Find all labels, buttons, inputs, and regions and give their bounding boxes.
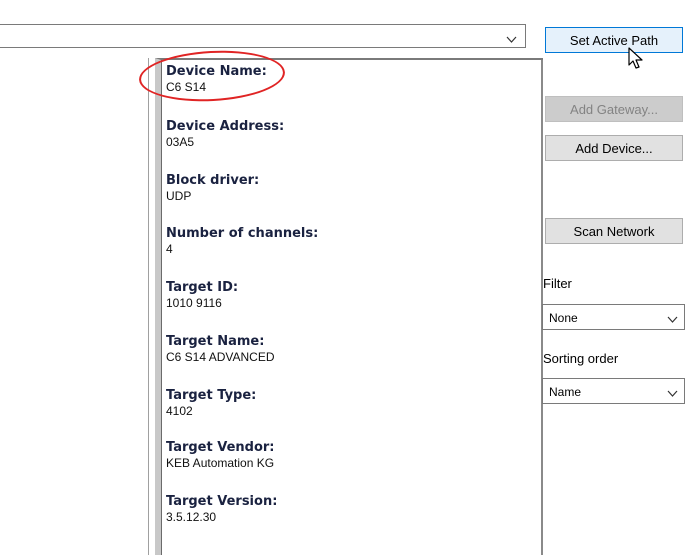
- filter-label: Filter: [543, 276, 572, 291]
- device-tree-panel[interactable]: [0, 58, 150, 555]
- field-value: 3.5.12.30: [166, 510, 217, 524]
- set-active-path-button[interactable]: Set Active Path: [545, 27, 683, 53]
- splitter[interactable]: [148, 58, 149, 555]
- mouse-cursor-icon: [628, 47, 644, 76]
- sorting-order-select[interactable]: Name: [542, 378, 685, 404]
- panel-edge: [161, 60, 162, 555]
- field-value: 1010 9116: [166, 296, 222, 310]
- sorting-order-label: Sorting order: [543, 351, 619, 366]
- field-label: Target Vendor:: [166, 440, 275, 455]
- chevron-down-icon[interactable]: [506, 31, 517, 49]
- field-label: Target Name:: [166, 334, 265, 349]
- field-label: Device Address:: [166, 119, 285, 134]
- field-label: Target ID:: [166, 280, 239, 295]
- field-label: Target Type:: [166, 388, 257, 403]
- target-vendor-field: Target Vendor: KEB Automation KG: [166, 440, 275, 471]
- filter-select-value: None: [549, 311, 578, 325]
- field-value: 4: [166, 242, 173, 256]
- target-name-field: Target Name: C6 S14 ADVANCED: [166, 334, 275, 365]
- filter-select[interactable]: None: [542, 304, 685, 330]
- field-label: Number of channels:: [166, 226, 319, 241]
- field-value: UDP: [166, 189, 192, 203]
- add-gateway-button[interactable]: Add Gateway...: [545, 96, 683, 122]
- block-driver-field: Block driver: UDP: [166, 173, 259, 204]
- field-value: 4102: [166, 404, 193, 418]
- chevron-down-icon[interactable]: [667, 387, 678, 401]
- device-address-field: Device Address: 03A5: [166, 119, 284, 150]
- target-type-field: Target Type: 4102: [166, 388, 256, 419]
- field-label: Target Version:: [166, 494, 278, 509]
- field-value: 03A5: [166, 135, 195, 149]
- add-device-button[interactable]: Add Device...: [545, 135, 683, 161]
- chevron-down-icon[interactable]: [667, 313, 678, 327]
- sorting-select-value: Name: [549, 385, 582, 399]
- target-version-field: Target Version: 3.5.12.30: [166, 494, 277, 525]
- path-combo-box[interactable]: [0, 24, 526, 48]
- target-id-field: Target ID: 1010 9116: [166, 280, 238, 311]
- number-of-channels-field: Number of channels: 4: [166, 226, 318, 257]
- scan-network-button[interactable]: Scan Network: [545, 218, 683, 244]
- field-value: KEB Automation KG: [166, 456, 275, 470]
- field-value: C6 S14 ADVANCED: [166, 350, 275, 364]
- field-label: Block driver:: [166, 173, 260, 188]
